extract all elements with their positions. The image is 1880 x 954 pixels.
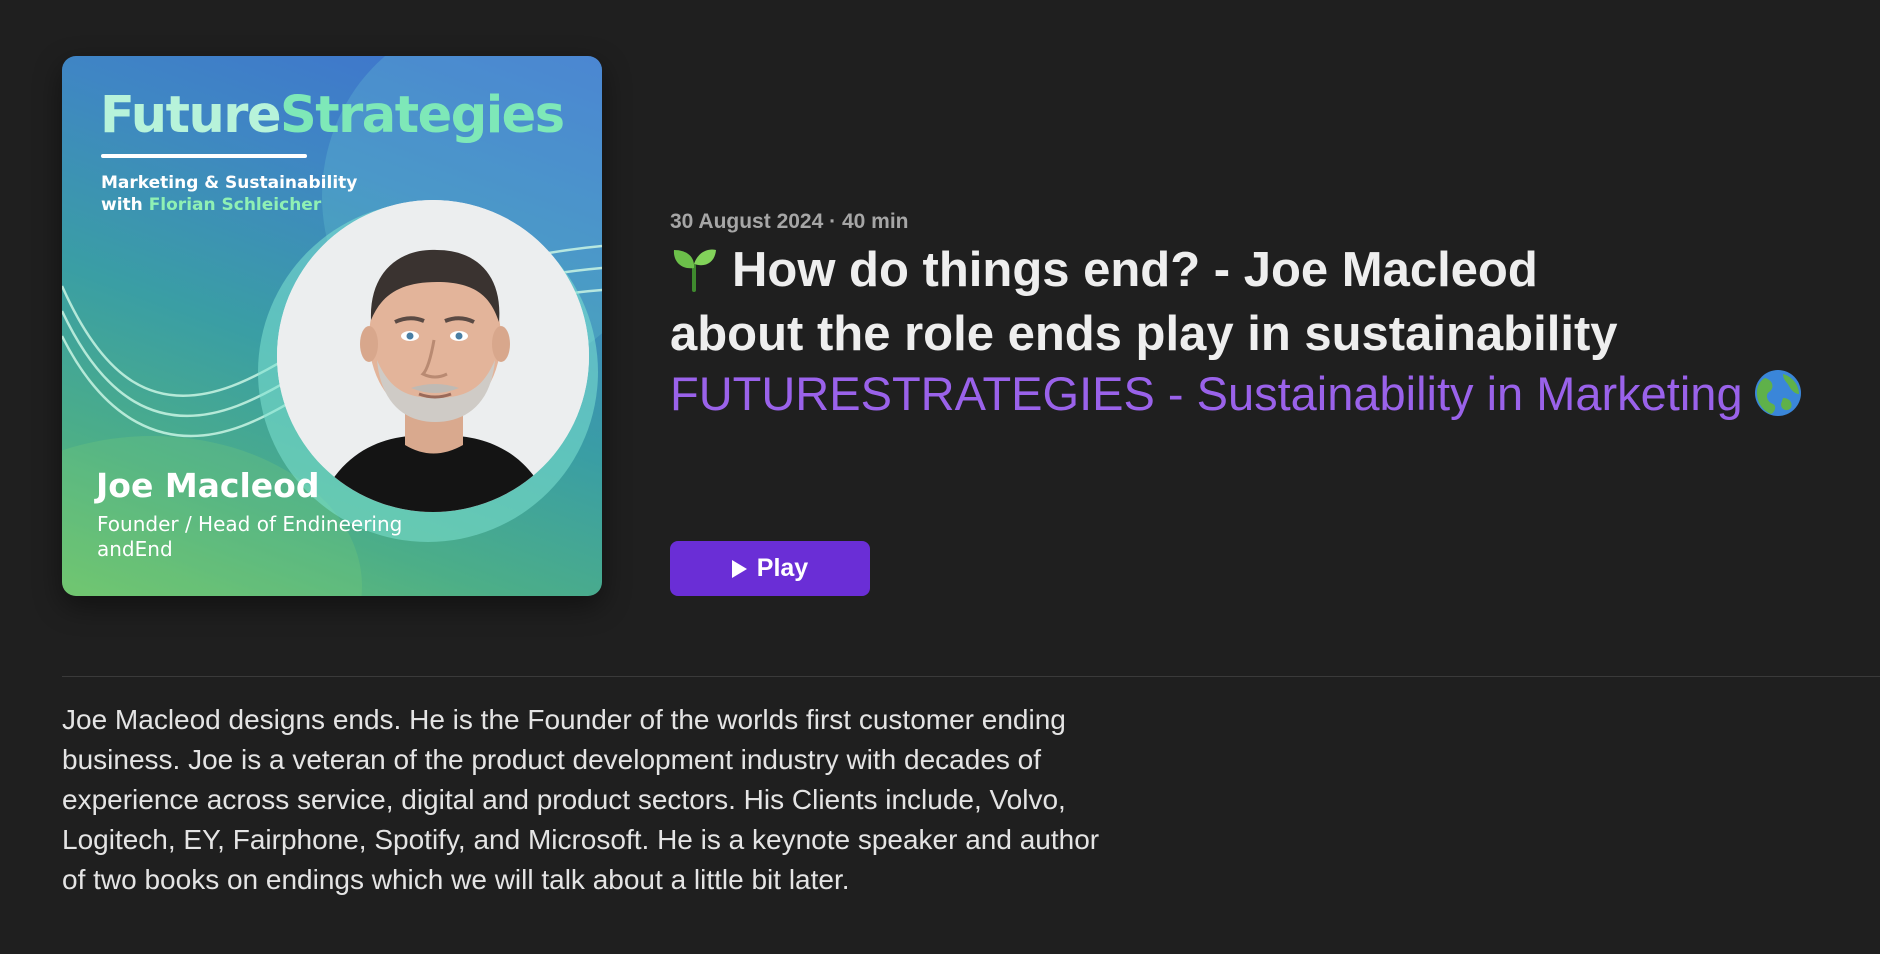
section-divider (62, 676, 1880, 677)
play-button[interactable]: Play (670, 541, 870, 596)
podcast-name: FUTURESTRATEGIES - Sustainability in Mar… (670, 367, 1743, 420)
seedling-icon (670, 244, 718, 292)
title-line-1: How do things end? - Joe Macleod (732, 243, 1538, 297)
guest-portrait-illustration (277, 200, 589, 512)
title-line-2: about the role ends play in sustainabili… (670, 307, 1618, 361)
episode-meta: 30 August 2024 · 40 min (670, 210, 909, 234)
episode-page: FutureStrategies Marketing & Sustainabil… (0, 0, 1880, 954)
host-name: Florian Schleicher (148, 195, 322, 215)
play-icon (731, 559, 747, 578)
episode-description: Joe Macleod designs ends. He is the Foun… (62, 704, 1100, 895)
episode-title: How do things end? - Joe Macleod about th… (670, 238, 1850, 366)
tagline-line-2: with Florian Schleicher (101, 194, 357, 216)
podcast-artwork: FutureStrategies Marketing & Sustainabil… (62, 56, 602, 596)
artwork-brand-title: FutureStrategies (100, 90, 565, 141)
tagline-with: with (101, 195, 143, 215)
guest-role-line-2: andEnd (97, 537, 173, 561)
play-label: Play (756, 554, 809, 582)
guest-role-line-1: Founder / Head of Endineering (97, 512, 403, 536)
meta-separator: · (829, 210, 837, 233)
podcast-link[interactable]: FUTURESTRATEGIES - Sustainability in Mar… (670, 362, 1803, 426)
episode-duration: 40 min (841, 210, 909, 233)
tagline-line-1: Marketing & Sustainability (101, 173, 358, 193)
brand-part-2: Strategies (280, 86, 565, 145)
brand-part-1: Future (100, 86, 282, 145)
brand-underline (101, 154, 307, 158)
artwork-tagline: Marketing & Sustainability with Florian … (101, 172, 357, 216)
guest-role: Founder / Head of Endineering andEnd (97, 512, 402, 562)
guest-name: Joe Macleod (96, 466, 320, 505)
episode-date: 30 August 2024 (670, 210, 824, 233)
guest-photo (277, 200, 589, 512)
globe-icon (1753, 368, 1803, 418)
